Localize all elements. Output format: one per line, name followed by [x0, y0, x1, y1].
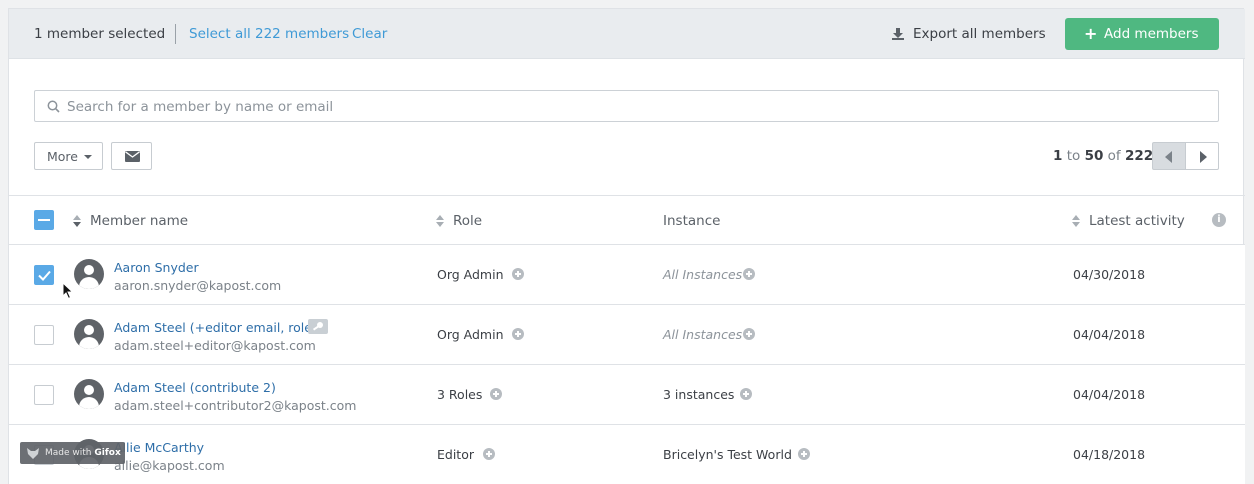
watermark-made-with: Made with: [45, 448, 92, 458]
minus-icon: [38, 219, 50, 221]
sort-icon[interactable]: [436, 215, 444, 227]
gifox-logo-icon: [27, 448, 39, 459]
column-member-name[interactable]: Member name: [90, 213, 188, 229]
latest-activity-date: 04/30/2018: [1073, 267, 1146, 282]
clear-selection-link[interactable]: Clear: [352, 26, 387, 42]
row-checkbox[interactable]: [34, 385, 54, 405]
row-checkbox[interactable]: [34, 265, 54, 285]
select-all-checkbox[interactable]: [34, 210, 54, 230]
plus-circle-icon[interactable]: [798, 448, 810, 460]
export-all-label: Export all members: [913, 26, 1046, 42]
member-role: 3 Roles: [437, 387, 483, 402]
latest-activity-date: 04/18/2018: [1073, 447, 1146, 462]
add-members-button[interactable]: + Add members: [1065, 18, 1219, 50]
select-all-link[interactable]: Select all 222 members: [189, 26, 349, 42]
envelope-icon: [125, 151, 140, 162]
plus-circle-icon[interactable]: [512, 268, 524, 280]
member-email: adam.steel+editor@kapost.com: [114, 338, 316, 353]
pagination-summary: 1 to 50 of 222: [1053, 148, 1153, 164]
sort-icon[interactable]: [73, 215, 81, 227]
avatar-icon: [74, 379, 104, 409]
mouse-cursor-icon: [62, 282, 74, 300]
selection-bar: 1 member selected Select all 222 members…: [9, 9, 1245, 59]
chevron-right-icon: [1200, 151, 1207, 163]
row-checkbox[interactable]: [34, 325, 54, 345]
next-page-button[interactable]: [1185, 142, 1219, 170]
search-input[interactable]: [67, 97, 1207, 117]
plus-circle-icon[interactable]: [512, 328, 524, 340]
sort-icon[interactable]: [1072, 215, 1080, 227]
plus-circle-icon[interactable]: [490, 388, 502, 400]
table-row: Allie McCarthy allie@kapost.com Editor B…: [9, 425, 1245, 484]
page-start: 1: [1053, 148, 1063, 164]
member-role: Org Admin: [437, 267, 504, 282]
plus-circle-icon[interactable]: [740, 388, 752, 400]
add-members-label: Add members: [1104, 26, 1199, 42]
member-email: allie@kapost.com: [114, 458, 225, 473]
latest-activity-date: 04/04/2018: [1073, 387, 1146, 402]
plus-circle-icon[interactable]: [743, 328, 755, 340]
page-to-word: to: [1066, 148, 1081, 164]
caret-down-icon: [84, 155, 92, 159]
member-search: [34, 90, 1219, 122]
member-name-link[interactable]: Aaron Snyder: [114, 260, 199, 275]
member-instance: All Instances: [663, 327, 743, 342]
more-dropdown-button[interactable]: More: [34, 142, 103, 170]
previous-page-button[interactable]: [1152, 142, 1186, 170]
table-row: Adam Steel (contribute 2) adam.steel+con…: [9, 365, 1245, 425]
avatar-icon: [74, 259, 104, 289]
more-label: More: [47, 149, 78, 164]
member-name-link[interactable]: Allie McCarthy: [114, 440, 204, 455]
member-email: aaron.snyder@kapost.com: [114, 278, 282, 293]
latest-activity-date: 04/04/2018: [1073, 327, 1146, 342]
selected-count: 1 member selected: [34, 26, 166, 42]
table-header: Member name Role Instance Latest activit…: [9, 195, 1245, 245]
column-latest-activity[interactable]: Latest activity: [1089, 213, 1185, 229]
member-email: adam.steel+contributor2@kapost.com: [114, 398, 357, 413]
download-icon: [892, 28, 904, 40]
member-role: Editor: [437, 447, 474, 462]
plus-icon: +: [1084, 24, 1098, 43]
avatar-icon: [74, 319, 104, 349]
plus-circle-icon[interactable]: [743, 268, 755, 280]
members-panel: 1 member selected Select all 222 members…: [8, 8, 1245, 484]
table-row: Adam Steel (+editor email, role) adam.st…: [9, 305, 1245, 365]
member-instance: Bricelyn's Test World: [663, 447, 792, 462]
column-role[interactable]: Role: [453, 213, 482, 229]
member-instance: 3 instances: [663, 387, 735, 402]
member-name-link[interactable]: Adam Steel (+editor email, role): [114, 320, 317, 335]
member-role: Org Admin: [437, 327, 504, 342]
search-icon: [47, 100, 60, 113]
divider: [175, 24, 176, 44]
page-end: 50: [1084, 148, 1104, 164]
checkmark-icon: [38, 270, 51, 281]
watermark-brand: Gifox: [94, 448, 121, 458]
page-of-word: of: [1107, 148, 1121, 164]
plus-circle-icon[interactable]: [483, 448, 495, 460]
email-members-button[interactable]: [111, 142, 152, 170]
page-total: 222: [1124, 148, 1154, 164]
key-icon: [308, 319, 328, 334]
table-row: Aaron Snyder aaron.snyder@kapost.com Org…: [9, 245, 1245, 305]
column-instance: Instance: [663, 213, 721, 229]
gifox-watermark: Made with Gifox: [20, 442, 125, 464]
member-instance: All Instances: [663, 267, 743, 282]
info-icon[interactable]: i: [1212, 213, 1226, 227]
chevron-left-icon: [1165, 151, 1172, 163]
member-name-link[interactable]: Adam Steel (contribute 2): [114, 380, 276, 395]
